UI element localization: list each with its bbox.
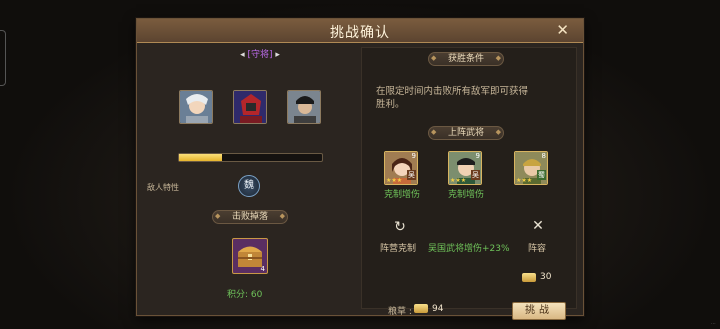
victory-text-line1: 在限定时间内击败所有敌军即可获得 (376, 86, 529, 97)
progress-bar (178, 153, 323, 162)
drop-item-chest-icon[interactable]: 4 (232, 238, 268, 274)
grain-value: 94 (432, 304, 444, 314)
grain-label: 粮草 : (388, 307, 412, 317)
drop-item-count: 4 (260, 265, 265, 273)
dialog-title: 挑战确认 (330, 25, 390, 41)
progress-fill (179, 154, 222, 161)
general-tag-2: 克制增伤 (448, 190, 485, 200)
trait-icon-text: 魏 (244, 180, 254, 191)
prev-arrow-icon[interactable]: ◂ (240, 50, 245, 60)
faction-counter-icon: ↻ (394, 219, 406, 235)
drop-title: 击败掉落 (212, 210, 288, 224)
lineup-label[interactable]: 阵容 (528, 241, 546, 254)
faction-bonus-text: 吴国武将增伤+23% (428, 244, 510, 254)
enemy-portrait-3[interactable] (287, 90, 321, 124)
close-icon[interactable]: ✕ (556, 21, 569, 39)
general-faction-3: 蜀 (537, 170, 546, 180)
cost-gold-icon (522, 273, 536, 282)
general-stars-3: ★★★ (516, 177, 533, 184)
general-portrait-3[interactable]: 8 蜀 ★★★ (514, 151, 548, 185)
mode-label: [守将] (247, 50, 273, 60)
victory-title: 获胜条件 (428, 52, 504, 66)
challenge-button[interactable]: 挑战 (512, 302, 566, 320)
side-tab[interactable] (0, 30, 6, 86)
title-bar: 挑战确认 ✕ (137, 19, 583, 43)
general-stars-2: ★★★ (450, 177, 467, 184)
trait-icon[interactable]: 魏 (238, 175, 260, 197)
general-tag-1: 克制增伤 (384, 190, 421, 200)
enemy-panel: ◂ [守将] ▸ 敌人特性 魏 击败掉落 4 积分: 60 (145, 47, 351, 309)
grain-icon (414, 304, 428, 313)
challenge-dialog: 挑战确认 ✕ ◂ [守将] ▸ 敌人特性 魏 击败掉落 4 (136, 18, 584, 320)
general-portrait-2[interactable]: 9 吴 ★★★ (448, 151, 482, 185)
generals-title: 上阵武将 (428, 126, 504, 140)
general-level-3: 8 (541, 152, 546, 160)
score-label: 积分: 60 (227, 290, 263, 300)
info-panel: 获胜条件 在限定时间内击败所有敌军即可获得 胜利。 上阵武将 9 吴 ★★★ 克… (361, 47, 577, 320)
general-faction-1: 吴 (407, 170, 416, 180)
next-arrow-icon[interactable]: ▸ (275, 50, 280, 60)
general-stars-1: ★★★ (386, 177, 403, 184)
general-portrait-1[interactable]: 9 吴 ★★★ (384, 151, 418, 185)
general-level-2: 9 (475, 152, 480, 160)
general-level-1: 9 (411, 152, 416, 160)
enemy-portrait-2[interactable] (233, 90, 267, 124)
lineup-icon[interactable]: ✕ (530, 218, 546, 234)
enemy-portrait-1[interactable] (179, 90, 213, 124)
watermark: ⋯ (711, 321, 716, 327)
cost-value: 30 (540, 272, 552, 282)
faction-counter-label: 阵营克制 (380, 244, 417, 254)
general-faction-2: 吴 (471, 170, 480, 180)
enemy-trait-label: 敌人特性 (147, 183, 179, 192)
victory-text-line2: 胜利。 (376, 99, 405, 110)
